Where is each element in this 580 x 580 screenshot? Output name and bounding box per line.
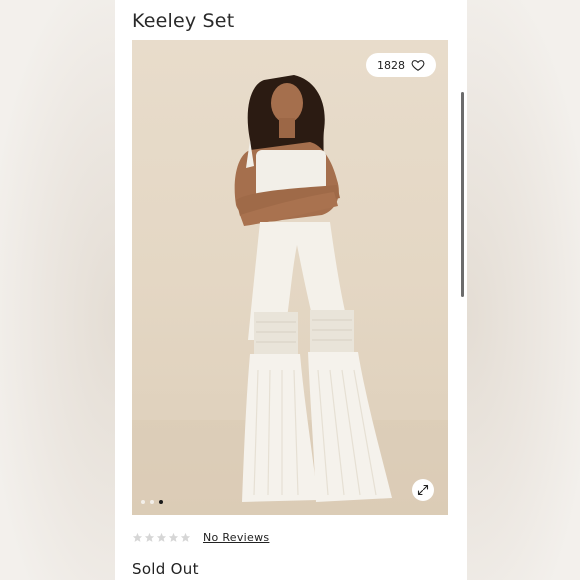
gallery-dot-active[interactable]: [159, 500, 163, 504]
stock-status: Sold Out: [132, 560, 199, 578]
product-title: Keeley Set: [132, 10, 235, 32]
favorite-button[interactable]: 1828: [366, 53, 436, 77]
star-icon: [156, 532, 167, 542]
rating-stars: [132, 532, 191, 543]
product-image[interactable]: 1828: [132, 40, 448, 515]
expand-icon: [417, 484, 429, 496]
star-icon: [168, 532, 179, 542]
rating-row: No Reviews: [132, 531, 269, 544]
gallery-dot[interactable]: [141, 500, 145, 504]
background-blur-right: [467, 0, 580, 580]
expand-button[interactable]: [412, 479, 434, 501]
reviews-link[interactable]: No Reviews: [203, 531, 269, 544]
background-blur-left: [0, 0, 115, 580]
product-panel: Keeley Set 1828 No Reviews Sold Out: [115, 0, 467, 580]
star-icon: [180, 532, 191, 542]
favorite-count: 1828: [377, 58, 405, 72]
model-photo: [132, 75, 448, 515]
gallery-dot[interactable]: [150, 500, 154, 504]
gallery-pagination: [141, 500, 163, 504]
heart-icon: [411, 60, 425, 71]
star-icon: [132, 532, 143, 542]
scrollbar-thumb[interactable]: [461, 92, 464, 297]
star-icon: [144, 532, 155, 542]
